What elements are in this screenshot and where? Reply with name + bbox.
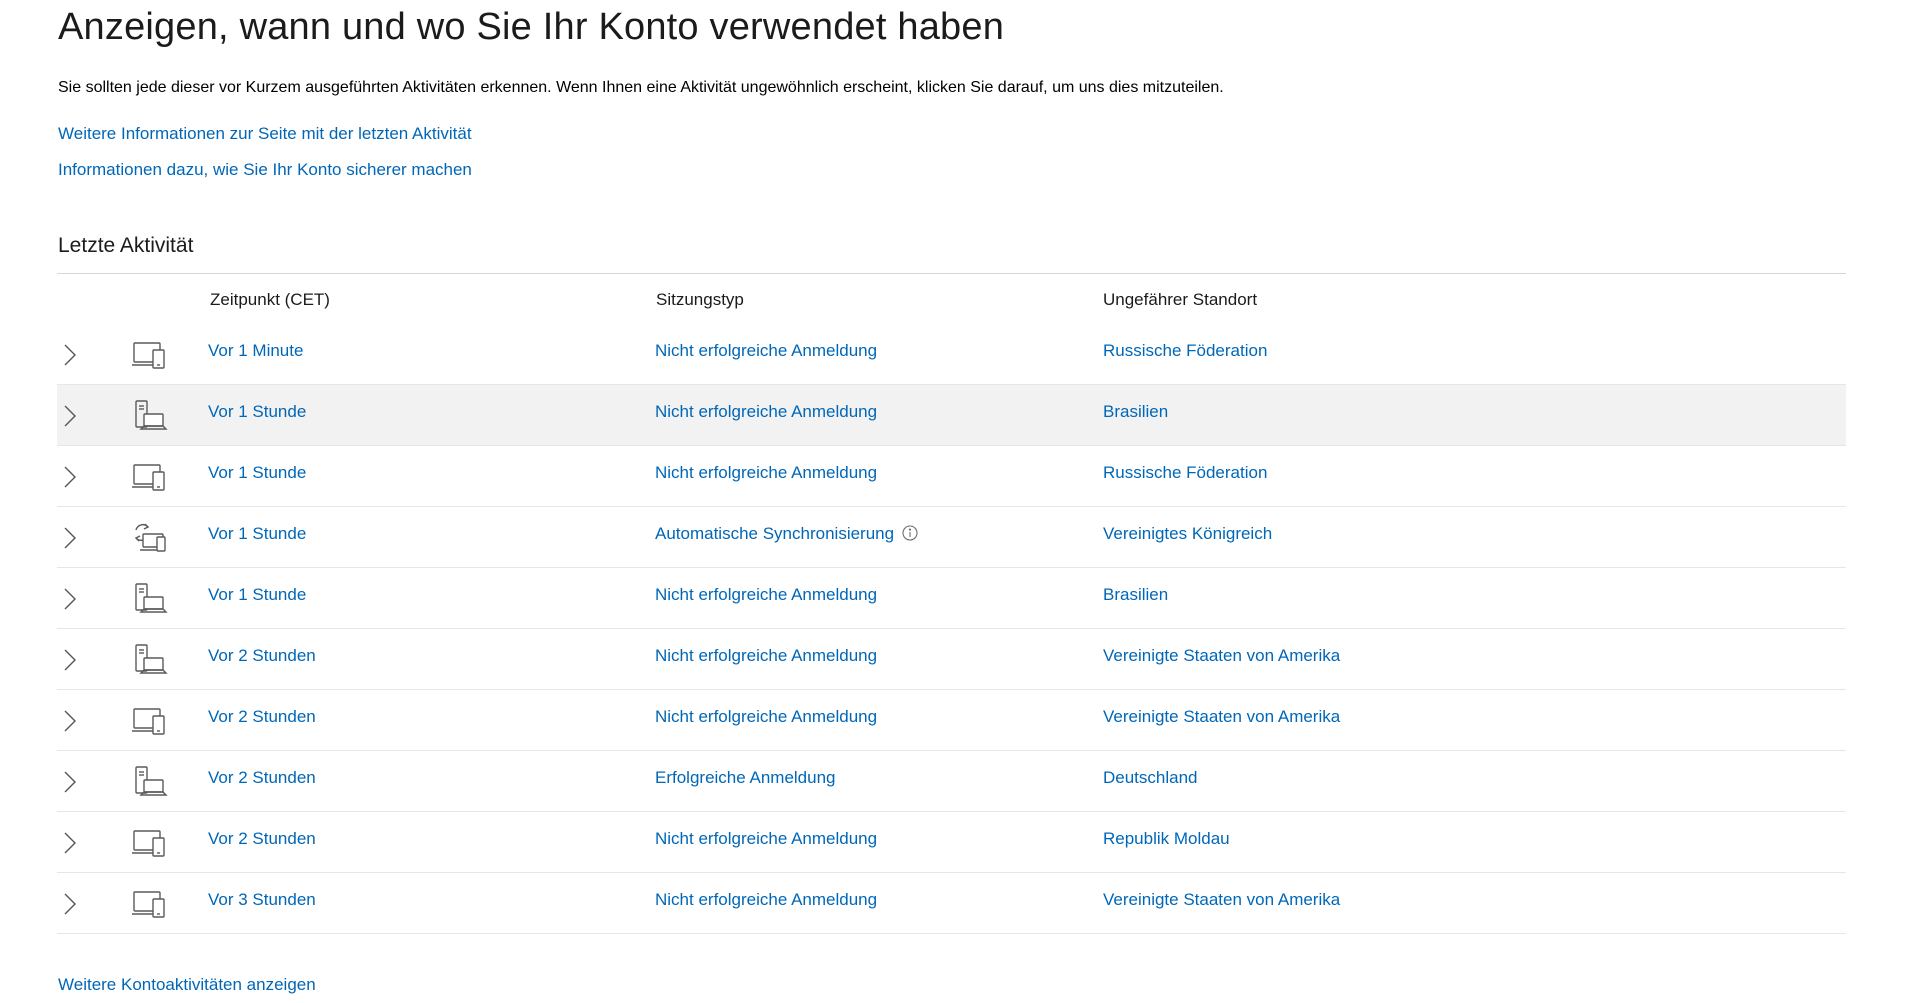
- chevron-right-icon[interactable]: [63, 343, 77, 367]
- activity-time[interactable]: Vor 1 Stunde: [208, 524, 306, 544]
- activity-location[interactable]: Brasilien: [1103, 402, 1168, 422]
- activity-location[interactable]: Russische Föderation: [1103, 341, 1267, 361]
- secure-account-link[interactable]: Informationen dazu, wie Sie Ihr Konto si…: [58, 160, 472, 180]
- chevron-right-icon[interactable]: [63, 831, 77, 855]
- activity-session-type-cell: Automatische Synchronisierung: [655, 524, 918, 544]
- chevron-right-icon[interactable]: [63, 648, 77, 672]
- chevron-right-icon[interactable]: [63, 404, 77, 428]
- chevron-right-icon[interactable]: [63, 587, 77, 611]
- activity-session-type[interactable]: Nicht erfolgreiche Anmeldung: [655, 829, 877, 848]
- info-icon[interactable]: [902, 525, 918, 541]
- multi-device-icon: [131, 826, 169, 858]
- activity-session-type-cell: Nicht erfolgreiche Anmeldung: [655, 890, 877, 910]
- activity-table: Zeitpunkt (CET) Sitzungstyp Ungefährer S…: [57, 274, 1846, 934]
- activity-location[interactable]: Vereinigte Staaten von Amerika: [1103, 646, 1340, 666]
- activity-session-type-cell: Nicht erfolgreiche Anmeldung: [655, 341, 877, 361]
- desktop-laptop-icon: [131, 643, 169, 675]
- activity-location[interactable]: Deutschland: [1103, 768, 1198, 788]
- activity-session-type[interactable]: Nicht erfolgreiche Anmeldung: [655, 646, 877, 665]
- more-activity-link[interactable]: Weitere Kontoaktivitäten anzeigen: [58, 975, 316, 995]
- chevron-right-icon[interactable]: [63, 465, 77, 489]
- activity-location[interactable]: Vereinigte Staaten von Amerika: [1103, 890, 1340, 910]
- header-session-type: Sitzungstyp: [656, 290, 744, 309]
- recent-activity-page: Anzeigen, wann und wo Sie Ihr Konto verw…: [0, 0, 1928, 1003]
- activity-time[interactable]: Vor 2 Stunden: [208, 829, 316, 849]
- activity-session-type-cell: Nicht erfolgreiche Anmeldung: [655, 463, 877, 483]
- activity-session-type[interactable]: Nicht erfolgreiche Anmeldung: [655, 402, 877, 421]
- page-title: Anzeigen, wann und wo Sie Ihr Konto verw…: [58, 6, 1005, 48]
- activity-time[interactable]: Vor 1 Stunde: [208, 402, 306, 422]
- chevron-right-icon[interactable]: [63, 709, 77, 733]
- activity-time[interactable]: Vor 2 Stunden: [208, 646, 316, 666]
- activity-session-type[interactable]: Nicht erfolgreiche Anmeldung: [655, 341, 877, 360]
- activity-session-type[interactable]: Nicht erfolgreiche Anmeldung: [655, 890, 877, 909]
- activity-row[interactable]: Vor 1 Stunde Nicht erfolgreiche Anmeldung…: [57, 446, 1846, 507]
- chevron-right-icon[interactable]: [63, 526, 77, 550]
- multi-device-icon: [131, 887, 169, 919]
- multi-device-icon: [131, 460, 169, 492]
- sync-device-icon: [131, 521, 169, 553]
- activity-session-type[interactable]: Automatische Synchronisierung: [655, 524, 894, 543]
- chevron-right-icon[interactable]: [63, 892, 77, 916]
- activity-session-type-cell: Nicht erfolgreiche Anmeldung: [655, 646, 877, 666]
- activity-session-type[interactable]: Nicht erfolgreiche Anmeldung: [655, 707, 877, 726]
- page-description: Sie sollten jede dieser vor Kurzem ausge…: [58, 79, 1224, 96]
- activity-session-type[interactable]: Erfolgreiche Anmeldung: [655, 768, 836, 787]
- chevron-right-icon[interactable]: [63, 770, 77, 794]
- header-time: Zeitpunkt (CET): [210, 290, 330, 309]
- desktop-laptop-icon: [131, 582, 169, 614]
- activity-row[interactable]: Vor 2 Stunden Nicht erfolgreiche Anmeldun…: [57, 812, 1846, 873]
- table-header: Zeitpunkt (CET) Sitzungstyp Ungefährer S…: [57, 274, 1846, 324]
- activity-time[interactable]: Vor 3 Stunden: [208, 890, 316, 910]
- activity-time[interactable]: Vor 1 Minute: [208, 341, 303, 361]
- more-info-link[interactable]: Weitere Informationen zur Seite mit der …: [58, 124, 472, 144]
- activity-session-type-cell: Nicht erfolgreiche Anmeldung: [655, 585, 877, 605]
- activity-row[interactable]: Vor 2 Stunden Nicht erfolgreiche Anmeldun…: [57, 629, 1846, 690]
- activity-time[interactable]: Vor 2 Stunden: [208, 707, 316, 727]
- activity-location[interactable]: Vereinigte Staaten von Amerika: [1103, 707, 1340, 727]
- activity-session-type-cell: Nicht erfolgreiche Anmeldung: [655, 402, 877, 422]
- activity-session-type[interactable]: Nicht erfolgreiche Anmeldung: [655, 585, 877, 604]
- activity-session-type-cell: Erfolgreiche Anmeldung: [655, 768, 836, 788]
- activity-rows: Vor 1 Minute Nicht erfolgreiche Anmeldung…: [57, 324, 1846, 934]
- activity-time[interactable]: Vor 1 Stunde: [208, 585, 306, 605]
- activity-session-type[interactable]: Nicht erfolgreiche Anmeldung: [655, 463, 877, 482]
- section-title: Letzte Aktivität: [58, 234, 194, 257]
- activity-session-type-cell: Nicht erfolgreiche Anmeldung: [655, 707, 877, 727]
- activity-row[interactable]: Vor 1 Stunde Nicht erfolgreiche Anmeldung…: [57, 385, 1846, 446]
- activity-row[interactable]: Vor 1 Stunde Automatische Synchronisierun…: [57, 507, 1846, 568]
- multi-device-icon: [131, 338, 169, 370]
- desktop-laptop-icon: [131, 765, 169, 797]
- desktop-laptop-icon: [131, 399, 169, 431]
- activity-time[interactable]: Vor 2 Stunden: [208, 768, 316, 788]
- activity-session-type-cell: Nicht erfolgreiche Anmeldung: [655, 829, 877, 849]
- activity-row[interactable]: Vor 1 Minute Nicht erfolgreiche Anmeldung…: [57, 324, 1846, 385]
- activity-row[interactable]: Vor 2 Stunden Nicht erfolgreiche Anmeldun…: [57, 690, 1846, 751]
- activity-location[interactable]: Brasilien: [1103, 585, 1168, 605]
- activity-location[interactable]: Republik Moldau: [1103, 829, 1230, 849]
- activity-location[interactable]: Russische Föderation: [1103, 463, 1267, 483]
- activity-row[interactable]: Vor 1 Stunde Nicht erfolgreiche Anmeldung…: [57, 568, 1846, 629]
- multi-device-icon: [131, 704, 169, 736]
- activity-time[interactable]: Vor 1 Stunde: [208, 463, 306, 483]
- activity-location[interactable]: Vereinigtes Königreich: [1103, 524, 1272, 544]
- activity-row[interactable]: Vor 3 Stunden Nicht erfolgreiche Anmeldun…: [57, 873, 1846, 934]
- activity-row[interactable]: Vor 2 Stunden Erfolgreiche Anmeldung Deuts…: [57, 751, 1846, 812]
- header-location: Ungefährer Standort: [1103, 290, 1258, 309]
